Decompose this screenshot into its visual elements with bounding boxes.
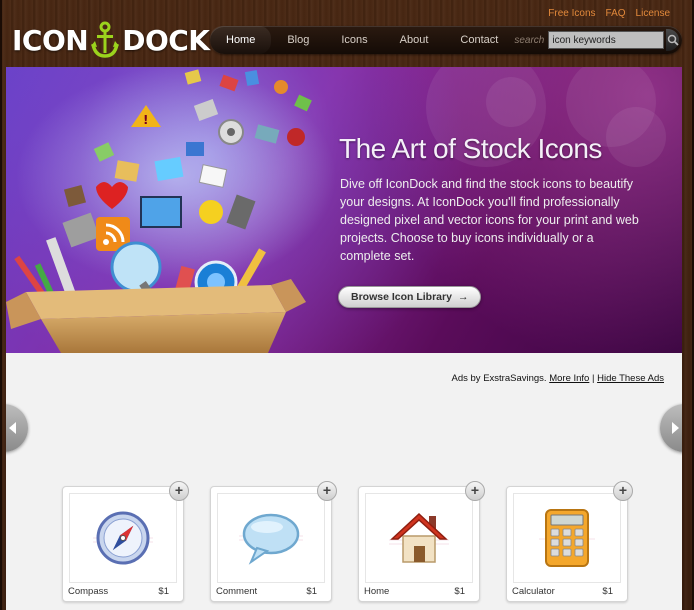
arrow-right-icon: →	[457, 291, 469, 303]
nav-blog[interactable]: Blog	[271, 26, 325, 54]
product-card[interactable]: Calculator $1 +	[506, 481, 633, 602]
ads-bar: Ads by ExstraSavings. More Info | Hide T…	[452, 373, 664, 384]
hero-title: The Art of Stock Icons	[339, 133, 602, 164]
product-card[interactable]: Home $1 +	[358, 481, 485, 602]
product-name: Comment	[216, 586, 258, 597]
svg-text:!: !	[143, 113, 148, 127]
add-to-cart-button[interactable]: +	[317, 481, 337, 501]
top-links: Free Icons FAQ License	[548, 8, 670, 19]
free-icons-link[interactable]: Free Icons	[548, 8, 595, 19]
browse-library-button[interactable]: Browse Icon Library →	[338, 286, 482, 308]
nav-contact[interactable]: Contact	[444, 26, 514, 54]
product-image[interactable]	[217, 493, 325, 583]
add-to-cart-button[interactable]: +	[169, 481, 189, 501]
product-image[interactable]	[365, 493, 473, 583]
carousel-next-button[interactable]	[660, 404, 682, 452]
bokeh-circle	[606, 107, 666, 167]
compass-icon	[93, 511, 153, 565]
product-price: $1	[602, 586, 613, 597]
product-name: Home	[364, 586, 390, 597]
ads-hide-link[interactable]: Hide These Ads	[597, 373, 664, 384]
nav-home[interactable]: Home	[210, 26, 272, 54]
bokeh-circle	[486, 77, 536, 127]
icon-box-illustration: !	[6, 67, 336, 353]
product-name: Calculator	[512, 586, 555, 597]
search-icon	[667, 34, 679, 46]
product-image[interactable]	[513, 493, 621, 583]
comment-icon	[239, 513, 303, 565]
ads-prefix: Ads by ExstraSavings.	[451, 373, 547, 384]
product-card[interactable]: Comment $1 +	[210, 481, 337, 602]
product-name: Compass	[68, 586, 109, 597]
product-list: Compass $1 + Comment $1 + Home $1 + Calc…	[62, 481, 633, 602]
ads-separator: |	[591, 373, 595, 384]
carousel-prev-button[interactable]	[6, 404, 28, 452]
faq-link[interactable]: FAQ	[606, 8, 626, 19]
add-to-cart-button[interactable]: +	[465, 481, 485, 501]
main-nav: Home Blog Icons About Contact search	[210, 26, 682, 54]
search-button[interactable]	[666, 29, 679, 51]
license-link[interactable]: License	[636, 8, 670, 19]
hero-banner: ! The Art of Stock Icons Dive off IconDo…	[6, 67, 682, 353]
site-logo[interactable]: ICON DOCK	[12, 20, 210, 60]
anchor-icon	[91, 21, 120, 58]
browse-library-label: Browse Icon Library	[351, 291, 452, 303]
content-area: Ads by ExstraSavings. More Info | Hide T…	[6, 353, 682, 610]
add-to-cart-button[interactable]: +	[613, 481, 633, 501]
search-label: search	[514, 34, 545, 46]
home-icon	[389, 512, 449, 563]
product-price: $1	[454, 586, 465, 597]
nav-icons[interactable]: Icons	[325, 26, 383, 54]
product-image[interactable]	[69, 493, 177, 583]
ads-more-info-link[interactable]: More Info	[549, 373, 589, 384]
product-price: $1	[306, 586, 317, 597]
search-input[interactable]	[548, 31, 665, 49]
logo-text-right: DOCK	[122, 23, 210, 57]
calculator-icon	[539, 509, 595, 567]
logo-text-left: ICON	[12, 23, 89, 57]
product-price: $1	[158, 586, 169, 597]
nav-about[interactable]: About	[384, 26, 445, 54]
product-card[interactable]: Compass $1 +	[62, 481, 189, 602]
hero-description: Dive off IconDock and find the stock ico…	[340, 177, 639, 263]
